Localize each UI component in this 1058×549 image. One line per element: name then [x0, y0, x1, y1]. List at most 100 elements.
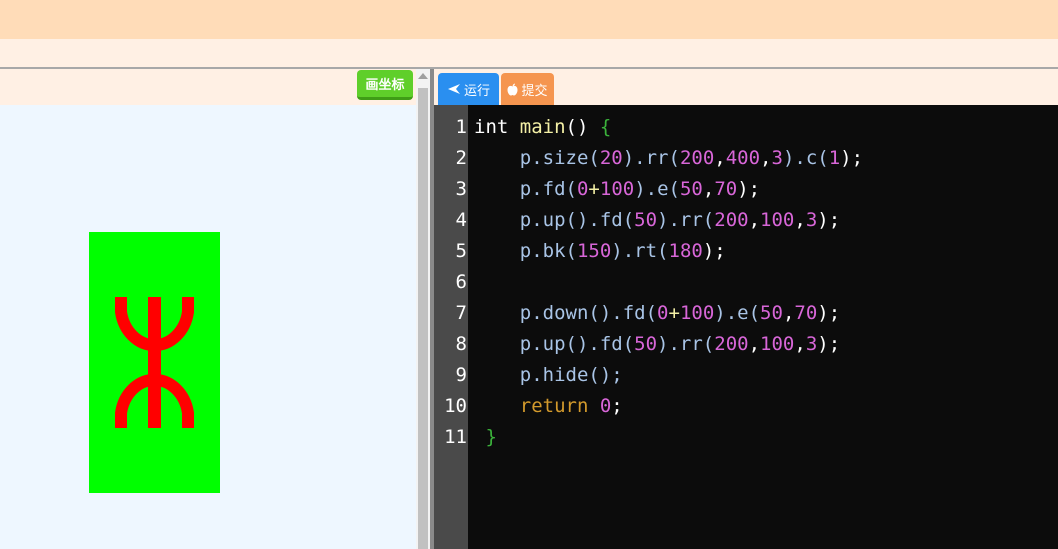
- code-token: );: [817, 333, 841, 355]
- code-token: 70: [714, 178, 738, 200]
- code-token: 50: [634, 333, 658, 355]
- code-token: .hide();: [531, 364, 623, 386]
- code-token: return: [474, 395, 600, 417]
- line-number: 3: [455, 178, 467, 200]
- code-token: .up().fd(: [531, 333, 635, 355]
- code-token: p: [474, 240, 532, 262]
- code-token: p: [474, 302, 532, 324]
- turtle-drawing: [89, 232, 220, 493]
- run-label: 运行: [463, 83, 490, 99]
- code-token: 200: [714, 333, 749, 355]
- code-token: ).rr(: [622, 147, 680, 169]
- code-token: p: [474, 333, 532, 355]
- code-token: ).e(: [634, 178, 680, 200]
- code-token: ,: [760, 147, 772, 169]
- code-token: ).rt(: [611, 240, 669, 262]
- code-token: 100: [760, 209, 795, 231]
- code-token: 70: [794, 302, 818, 324]
- code-token: ,: [782, 302, 795, 324]
- run-button[interactable]: 运行: [438, 73, 499, 105]
- code-token: .bk(: [531, 240, 577, 262]
- code-token: 50: [760, 302, 783, 324]
- code-token: 0: [576, 178, 589, 200]
- code-token: p: [474, 364, 532, 386]
- code-line[interactable]: int main() {: [474, 112, 611, 143]
- code-line[interactable]: p.hide();: [474, 360, 623, 391]
- code-token: ,: [702, 178, 715, 200]
- code-token: }: [474, 426, 497, 448]
- code-token: 150: [576, 240, 612, 262]
- vertical-bar: [148, 297, 161, 428]
- line-number: 6: [455, 271, 467, 293]
- send-arrow-icon: [447, 84, 460, 94]
- code-token: (): [565, 116, 600, 138]
- code-token: 100: [679, 302, 715, 324]
- code-token: 400: [725, 147, 761, 169]
- code-token: 200: [679, 147, 715, 169]
- code-token: main: [519, 116, 566, 138]
- apple-icon: [507, 83, 518, 95]
- line-number: 2: [455, 147, 467, 169]
- code-token: );: [737, 178, 761, 200]
- code-token: ,: [748, 209, 761, 231]
- line-number: 5: [455, 240, 467, 262]
- code-token: p: [474, 178, 532, 200]
- canvas-toolbar: [0, 69, 416, 105]
- code-line[interactable]: p.down().fd(0+100).e(50,70);: [474, 298, 840, 329]
- draw-axes-button[interactable]: 画坐标: [357, 70, 413, 100]
- code-token: ,: [794, 209, 806, 231]
- top-bar: [0, 0, 1058, 39]
- code-token: 0: [599, 395, 612, 417]
- code-token: .fd(: [531, 178, 577, 200]
- code-line[interactable]: p.up().fd(50).rr(200,100,3);: [474, 329, 840, 360]
- code-token: 20: [599, 147, 623, 169]
- code-token: 50: [634, 209, 658, 231]
- code-token: ).e(: [714, 302, 761, 324]
- code-token: ).rr(: [657, 209, 715, 231]
- line-number: 8: [455, 333, 467, 355]
- sub-bar: [0, 39, 1058, 67]
- code-line[interactable]: p.fd(0+100).e(50,70);: [474, 174, 760, 205]
- code-token: ,: [714, 147, 726, 169]
- code-token: .size(: [531, 147, 600, 169]
- code-token: 1: [828, 147, 841, 169]
- code-token: p: [474, 209, 532, 231]
- code-token: );: [817, 209, 841, 231]
- scroll-up-arrow-icon[interactable]: [418, 73, 428, 79]
- code-token: 0: [657, 302, 669, 324]
- line-number: 4: [455, 209, 467, 231]
- code-token: ;: [611, 395, 623, 417]
- code-line[interactable]: }: [474, 422, 497, 453]
- submit-button[interactable]: 提交: [501, 73, 554, 105]
- line-number: 7: [455, 302, 467, 324]
- line-number: 10: [444, 395, 467, 417]
- code-token: );: [817, 302, 841, 324]
- code-token: int: [474, 116, 520, 138]
- code-line[interactable]: return 0;: [474, 391, 623, 422]
- submit-label: 提交: [521, 83, 548, 99]
- code-token: 100: [599, 178, 635, 200]
- code-token: +: [668, 302, 680, 324]
- code-token: 200: [714, 209, 749, 231]
- line-number: 9: [455, 364, 467, 386]
- code-token: 3: [805, 333, 818, 355]
- code-token: 50: [679, 178, 703, 200]
- line-number: 11: [444, 426, 467, 448]
- scrollbar-thumb[interactable]: [418, 88, 428, 549]
- code-line[interactable]: p.up().fd(50).rr(200,100,3);: [474, 205, 840, 236]
- code-line[interactable]: p.bk(150).rt(180);: [474, 236, 726, 267]
- code-token: .up().fd(: [531, 209, 635, 231]
- code-token: ,: [794, 333, 806, 355]
- code-token: 3: [771, 147, 783, 169]
- code-token: 3: [805, 209, 818, 231]
- line-number: 1: [455, 116, 467, 138]
- code-token: );: [840, 147, 864, 169]
- code-token: .down().fd(: [531, 302, 658, 324]
- code-token: );: [702, 240, 726, 262]
- code-token: ).rr(: [657, 333, 715, 355]
- code-line[interactable]: p.size(20).rr(200,400,3).c(1);: [474, 143, 863, 174]
- code-token: ,: [748, 333, 761, 355]
- code-token: {: [599, 116, 612, 138]
- code-token: 180: [668, 240, 703, 262]
- code-token: +: [588, 178, 600, 200]
